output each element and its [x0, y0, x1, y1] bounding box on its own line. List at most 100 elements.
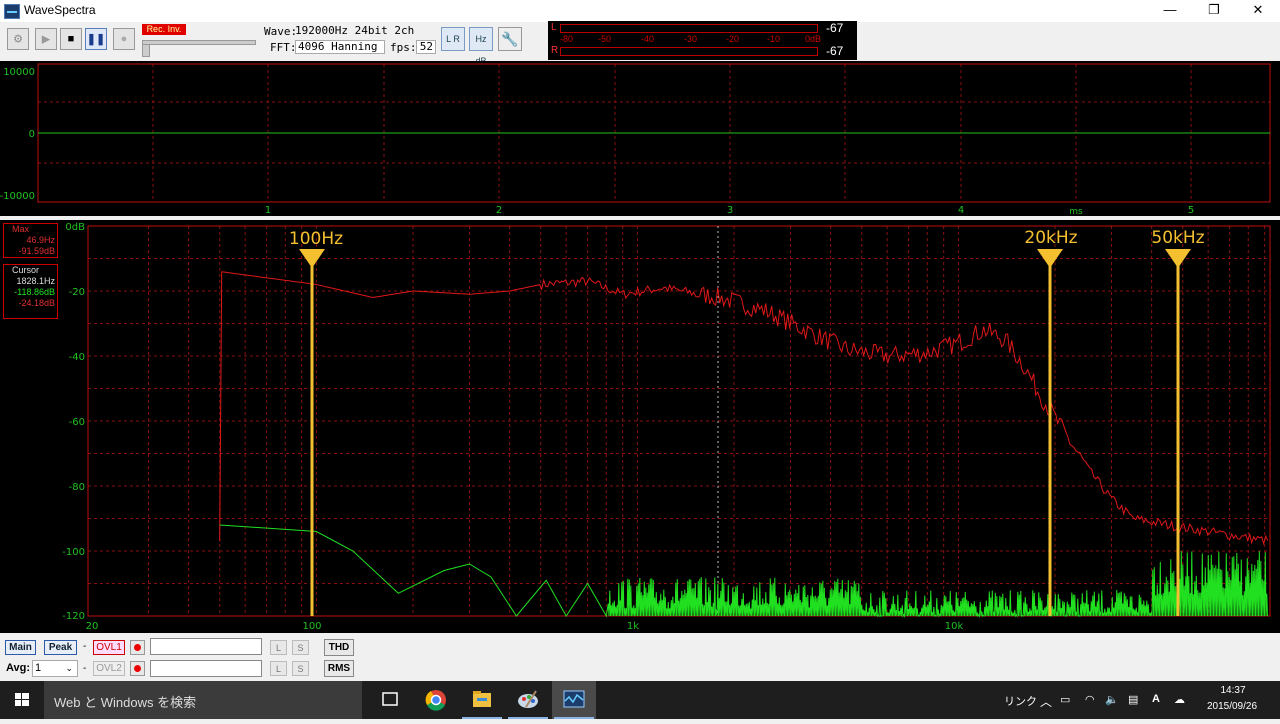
chevron-down-icon: ⌄ — [65, 663, 73, 673]
volume-slider-track[interactable] — [142, 40, 256, 45]
ime-mode-indicator[interactable]: A — [1152, 693, 1160, 705]
avg-value: 1 — [35, 662, 42, 674]
separator-dash: - — [83, 641, 87, 652]
thd-button[interactable]: THD — [324, 639, 354, 656]
device-settings-icon: ⚙ — [13, 33, 23, 46]
level-meter: L -67 -80 -50 -40 -30 -20 -10 0dB R -67 — [548, 21, 857, 60]
separator-dash: - — [83, 663, 87, 674]
marker-label: 100Hz — [289, 229, 343, 249]
play-icon: ▶ — [41, 33, 51, 46]
stop-button[interactable]: ■ — [60, 28, 82, 50]
hz-db-icon-button[interactable]: Hz dB — [469, 27, 493, 66]
peak-button[interactable]: Peak — [44, 640, 77, 655]
spectrum-y-label: -60 — [69, 417, 85, 428]
close-button[interactable]: ✕ — [1236, 0, 1280, 22]
minimize-button[interactable]: — — [1148, 0, 1192, 22]
meter-left-bar — [560, 24, 818, 33]
chevron-up-icon[interactable]: ︿ — [1040, 693, 1052, 710]
task-view-icon — [382, 692, 398, 706]
onedrive-icon[interactable]: ☁ — [1174, 693, 1185, 706]
spectrum-y-label: -20 — [69, 287, 85, 298]
spectrum-y-label: -40 — [69, 352, 85, 363]
paint-palette-icon — [518, 690, 538, 708]
ovl1-s-button[interactable]: S — [292, 640, 309, 655]
folder-icon — [473, 691, 491, 707]
ovl2-l-button[interactable]: L — [270, 661, 287, 676]
ovl2-record-icon[interactable] — [130, 661, 145, 676]
max-freq: 46.9Hz — [26, 235, 55, 245]
marker-50khz[interactable]: 50kHz — [1151, 228, 1205, 616]
spectrum-x-label: 10k — [945, 621, 964, 632]
wavespectra-taskbar-button[interactable] — [552, 681, 596, 719]
spectrum-y-label: -120 — [62, 611, 85, 622]
cursor-title: Cursor — [12, 265, 40, 275]
wave-format-value: 192000Hz 24bit 2ch — [295, 24, 415, 37]
record-button[interactable]: ● — [113, 28, 135, 50]
meter-scale-tick: -30 — [684, 34, 698, 44]
maximize-button[interactable]: ❐ — [1192, 0, 1236, 22]
spectrum-panel[interactable]: 100Hz 20kHz 50kHz 0dB -20 -40 -60 -80 -1… — [0, 220, 1280, 633]
pause-button[interactable]: ❚❚ — [85, 28, 107, 50]
chrome-taskbar-button[interactable] — [414, 681, 458, 719]
window-title: WaveSpectra — [24, 3, 96, 17]
fps-label: fps: — [390, 41, 417, 54]
start-button[interactable] — [0, 681, 44, 719]
spectrum-x-label: 20 — [86, 621, 99, 632]
clock-date[interactable]: 2015/09/26 — [1202, 701, 1262, 712]
max-title: Max — [12, 224, 30, 234]
spectrum-y-label: -100 — [62, 547, 85, 558]
marker-20khz[interactable]: 20kHz — [1024, 228, 1078, 616]
meter-right-bar — [560, 47, 818, 56]
meter-scale-tick: -40 — [641, 34, 655, 44]
wavespectra-app-icon — [563, 690, 585, 708]
search-placeholder: Web と Windows を検索 — [54, 695, 197, 710]
rms-button[interactable]: RMS — [324, 660, 354, 677]
pause-icon: ❚❚ — [86, 33, 106, 46]
ovl1-button[interactable]: OVL1 — [93, 640, 125, 655]
main-button[interactable]: Main — [5, 640, 36, 655]
file-explorer-taskbar-button[interactable] — [460, 681, 504, 719]
volume-slider-thumb[interactable] — [142, 44, 150, 57]
ovl2-s-button[interactable]: S — [292, 661, 309, 676]
fft-select[interactable]: 4096 Hanning — [295, 40, 385, 54]
fps-value: 52 — [416, 40, 436, 54]
spectrum-green-trace — [219, 524, 1268, 618]
wave-x-label: 4 — [958, 205, 964, 216]
meter-left-channel-label: L — [551, 22, 557, 33]
wave-x-label: 5 — [1188, 205, 1194, 216]
spectrum-grid — [88, 226, 1270, 616]
marker-label: 50kHz — [1151, 228, 1204, 248]
meter-right-value: -67 — [826, 44, 844, 58]
wifi-icon[interactable]: ◠ — [1085, 693, 1095, 706]
waveform-panel[interactable]: 10000 0 -10000 1 2 3 4 5 ms — [0, 61, 1280, 217]
taskbar-search-box[interactable]: Web と Windows を検索 — [44, 681, 362, 719]
app-icon — [4, 4, 20, 19]
clock-time[interactable]: 14:37 — [1208, 685, 1258, 696]
ovl2-button[interactable]: OVL2 — [93, 661, 125, 676]
battery-icon[interactable]: ▭ — [1060, 693, 1070, 706]
wrench-icon-button[interactable]: 🔧 — [498, 27, 522, 51]
play-button[interactable]: ▶ — [35, 28, 57, 50]
task-view-button[interactable] — [368, 681, 412, 719]
settings-icon-button[interactable]: ⚙ — [7, 28, 29, 50]
meter-scale-tick: -10 — [767, 34, 781, 44]
paint-taskbar-button[interactable] — [506, 681, 550, 719]
ovl2-name-field[interactable] — [150, 660, 262, 677]
meter-right-channel-label: R — [551, 45, 559, 56]
lr-channel-icon-button[interactable]: L R — [441, 27, 465, 51]
avg-select[interactable]: 1 ⌄ — [32, 660, 78, 677]
wave-y-label: 10000 — [3, 67, 35, 78]
ovl1-record-icon[interactable] — [130, 640, 145, 655]
waveform-plot: 10000 0 -10000 1 2 3 4 5 ms — [0, 63, 1271, 217]
meter-scale-tick: -50 — [598, 34, 612, 44]
ovl1-name-field[interactable] — [150, 638, 262, 655]
taskbar: Web と Windows を検索 リンク ︿ ▭ ◠ 🔈 ▤ A ☁ 14:3… — [0, 681, 1280, 719]
rec-inv-label[interactable]: Rec. Inv. — [142, 24, 186, 35]
wave-x-label: 3 — [727, 205, 733, 216]
spectrum-red-trace — [219, 271, 1269, 546]
max-level: -91.59dB — [18, 246, 55, 256]
notification-icon[interactable]: ▤ — [1128, 693, 1138, 706]
link-toolbar-label[interactable]: リンク — [1004, 693, 1037, 709]
ovl1-l-button[interactable]: L — [270, 640, 287, 655]
speaker-icon[interactable]: 🔈 — [1105, 693, 1119, 706]
